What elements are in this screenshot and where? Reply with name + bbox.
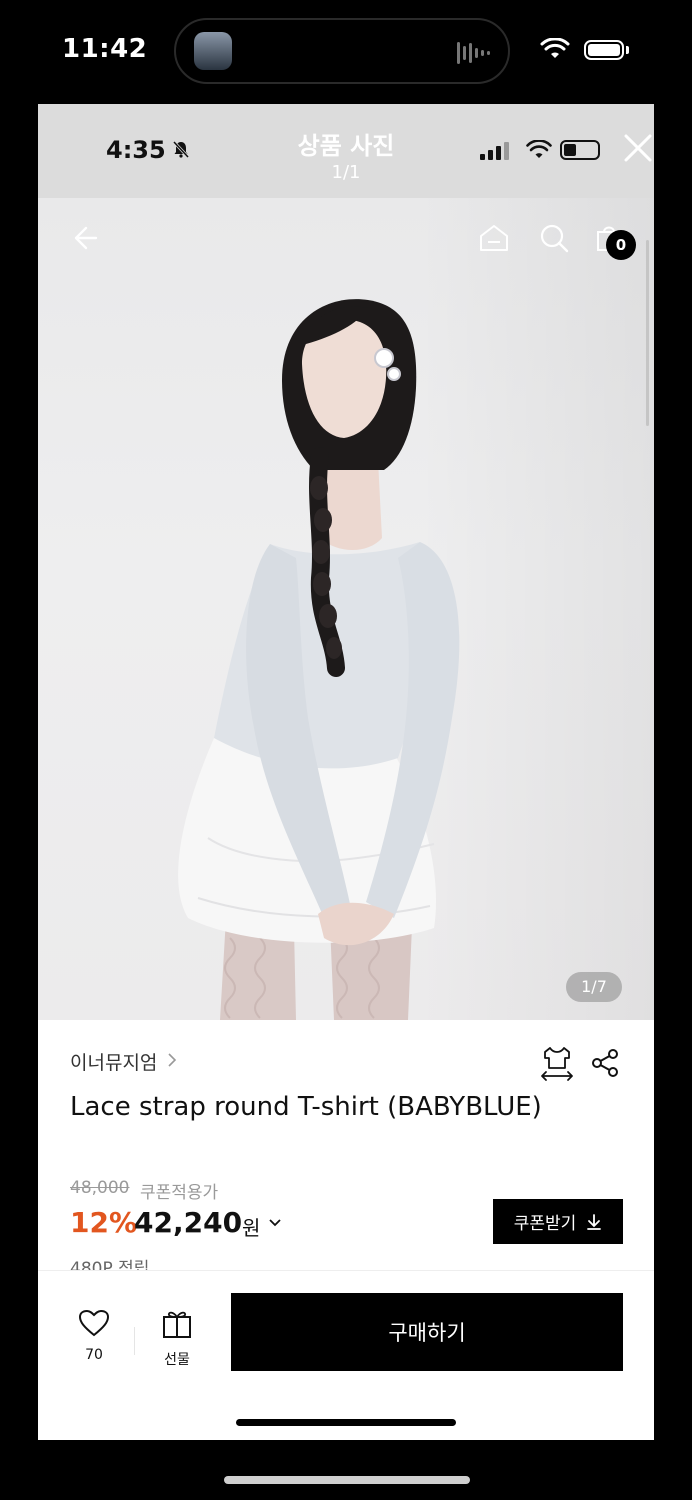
home-icon[interactable] — [478, 222, 510, 254]
cellular-signal-icon — [480, 142, 509, 160]
inner-wifi-icon — [526, 140, 552, 158]
gift-icon — [163, 1311, 191, 1338]
gift-button[interactable]: 선물 — [156, 1309, 198, 1369]
discount-rate: 12% — [70, 1206, 138, 1239]
product-title: Lace strap round T-shirt (BABYBLUE) — [70, 1092, 542, 1122]
size-guide-icon[interactable] — [540, 1046, 574, 1082]
chevron-down-icon[interactable] — [268, 1216, 282, 1230]
viewer-page-count: 1/1 — [331, 162, 361, 183]
wifi-icon — [540, 38, 570, 58]
search-icon[interactable] — [538, 222, 570, 254]
app-thumbnail-icon — [194, 32, 232, 70]
coupon-price-label: 쿠폰적용가 — [140, 1183, 219, 1203]
currency-unit: 원 — [242, 1216, 261, 1240]
audio-wave-icon — [457, 42, 490, 64]
brand-link[interactable]: 이너뮤지엄 — [70, 1048, 157, 1075]
device-clock: 11:42 — [62, 34, 148, 64]
screenshot-frame: 4:35 상품 사진 1/1 0 1/7 이너뮤지엄 Lace strap ro… — [38, 104, 654, 1440]
like-count: 70 — [85, 1347, 103, 1363]
divider — [134, 1327, 135, 1355]
battery-icon — [584, 40, 624, 60]
product-photo[interactable]: 0 1/7 — [38, 198, 654, 1020]
get-coupon-button[interactable]: 쿠폰받기 — [493, 1199, 623, 1244]
gift-label: 선물 — [164, 1352, 190, 1368]
home-indicator[interactable] — [236, 1419, 456, 1426]
model-illustration — [178, 299, 460, 1020]
photo-viewer-header: 4:35 상품 사진 1/1 — [38, 104, 654, 198]
share-icon[interactable] — [590, 1048, 620, 1078]
buy-button[interactable]: 구매하기 — [231, 1293, 623, 1371]
dynamic-island — [174, 18, 510, 84]
battery-cap — [626, 46, 629, 54]
sale-price: 42,240 — [134, 1206, 243, 1239]
scrollbar[interactable] — [646, 240, 649, 426]
like-button[interactable]: 70 — [74, 1309, 114, 1363]
chevron-right-icon — [168, 1053, 177, 1067]
original-price: 48,000 — [70, 1178, 130, 1198]
back-arrow-icon[interactable] — [68, 222, 100, 254]
download-icon — [587, 1213, 602, 1230]
image-counter: 1/7 — [566, 972, 622, 1002]
close-icon[interactable] — [622, 132, 654, 164]
inner-battery-icon — [560, 140, 600, 160]
purchase-bar: 70 선물 구매하기 — [38, 1270, 654, 1440]
heart-icon — [78, 1309, 110, 1337]
coupon-button-label: 쿠폰받기 — [513, 1214, 577, 1233]
device-home-indicator[interactable] — [224, 1476, 470, 1484]
cart-count-badge: 0 — [606, 230, 636, 260]
